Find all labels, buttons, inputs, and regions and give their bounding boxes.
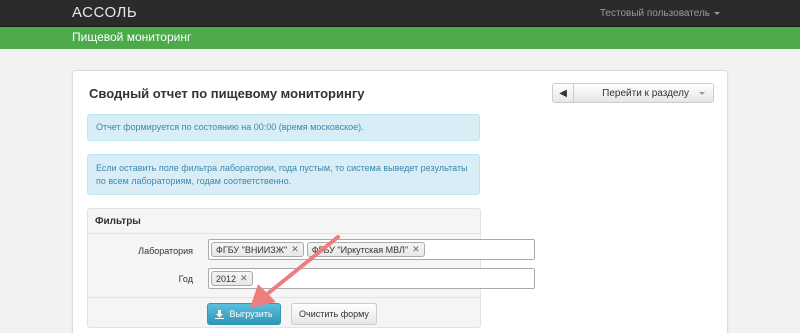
clear-label: Очистить форму: [299, 309, 369, 319]
tag-text: ФГБУ "Иркутская МВЛ": [311, 244, 409, 255]
alert-text: Если оставить поле фильтра лаборатории, …: [96, 162, 468, 186]
lab-tag: ФГБУ "ВНИИЗЖ" ✕: [211, 242, 304, 257]
back-button[interactable]: ◀: [552, 83, 575, 103]
goto-section-group: ◀ Перейти к разделу: [552, 83, 714, 103]
filters-well: Фильтры Лаборатория ФГБУ "ВНИИЗЖ" ✕ ФГБУ…: [87, 208, 535, 328]
caret-down-icon: [714, 11, 720, 15]
lab-tag: ФГБУ "Иркутская МВЛ" ✕: [306, 242, 425, 257]
top-navbar: АССОЛЬ Тестовый пользователь: [0, 0, 800, 27]
clear-form-button[interactable]: Очистить форму: [291, 303, 377, 325]
filters-footer: [88, 297, 480, 327]
export-button[interactable]: Выгрузить: [207, 303, 281, 325]
filters-header: Фильтры: [88, 209, 480, 234]
tag-text: 2012: [216, 273, 237, 284]
app-brand[interactable]: АССОЛЬ: [72, 4, 137, 21]
info-alert-filters: Если оставить поле фильтра лаборатории, …: [87, 154, 480, 195]
download-icon: [215, 309, 225, 319]
close-icon[interactable]: ✕: [412, 244, 420, 255]
close-icon[interactable]: ✕: [291, 244, 299, 255]
caret-down-icon: [699, 91, 705, 95]
user-menu[interactable]: Тестовый пользователь: [600, 8, 720, 19]
lab-label: Лаборатория: [138, 246, 193, 256]
filters-title: Фильтры: [95, 216, 141, 227]
lab-select[interactable]: ФГБУ "ВНИИЗЖ" ✕ ФГБУ "Иркутская МВЛ" ✕: [208, 239, 535, 260]
section-bar: Пищевой мониторинг: [0, 27, 800, 49]
year-select[interactable]: 2012 ✕: [208, 268, 535, 289]
goto-section-dropdown[interactable]: Перейти к разделу: [574, 83, 714, 103]
year-tag: 2012 ✕: [211, 271, 253, 286]
goto-section-label: Перейти к разделу: [602, 87, 689, 99]
user-name: Тестовый пользователь: [599, 8, 710, 19]
alert-text: Отчет формируется по состоянию на 00:00 …: [96, 122, 364, 132]
report-panel: Сводный отчет по пищевому мониторингу ◀ …: [72, 70, 728, 333]
year-label: Год: [178, 274, 193, 284]
page-title: Сводный отчет по пищевому мониторингу: [89, 86, 365, 101]
info-alert-time: Отчет формируется по состоянию на 00:00 …: [87, 114, 480, 141]
tag-text: ФГБУ "ВНИИЗЖ": [216, 244, 288, 255]
export-label: Выгрузить: [229, 309, 273, 319]
section-title[interactable]: Пищевой мониторинг: [72, 30, 191, 44]
chevron-left-icon: ◀: [559, 87, 567, 99]
close-icon[interactable]: ✕: [240, 273, 248, 284]
